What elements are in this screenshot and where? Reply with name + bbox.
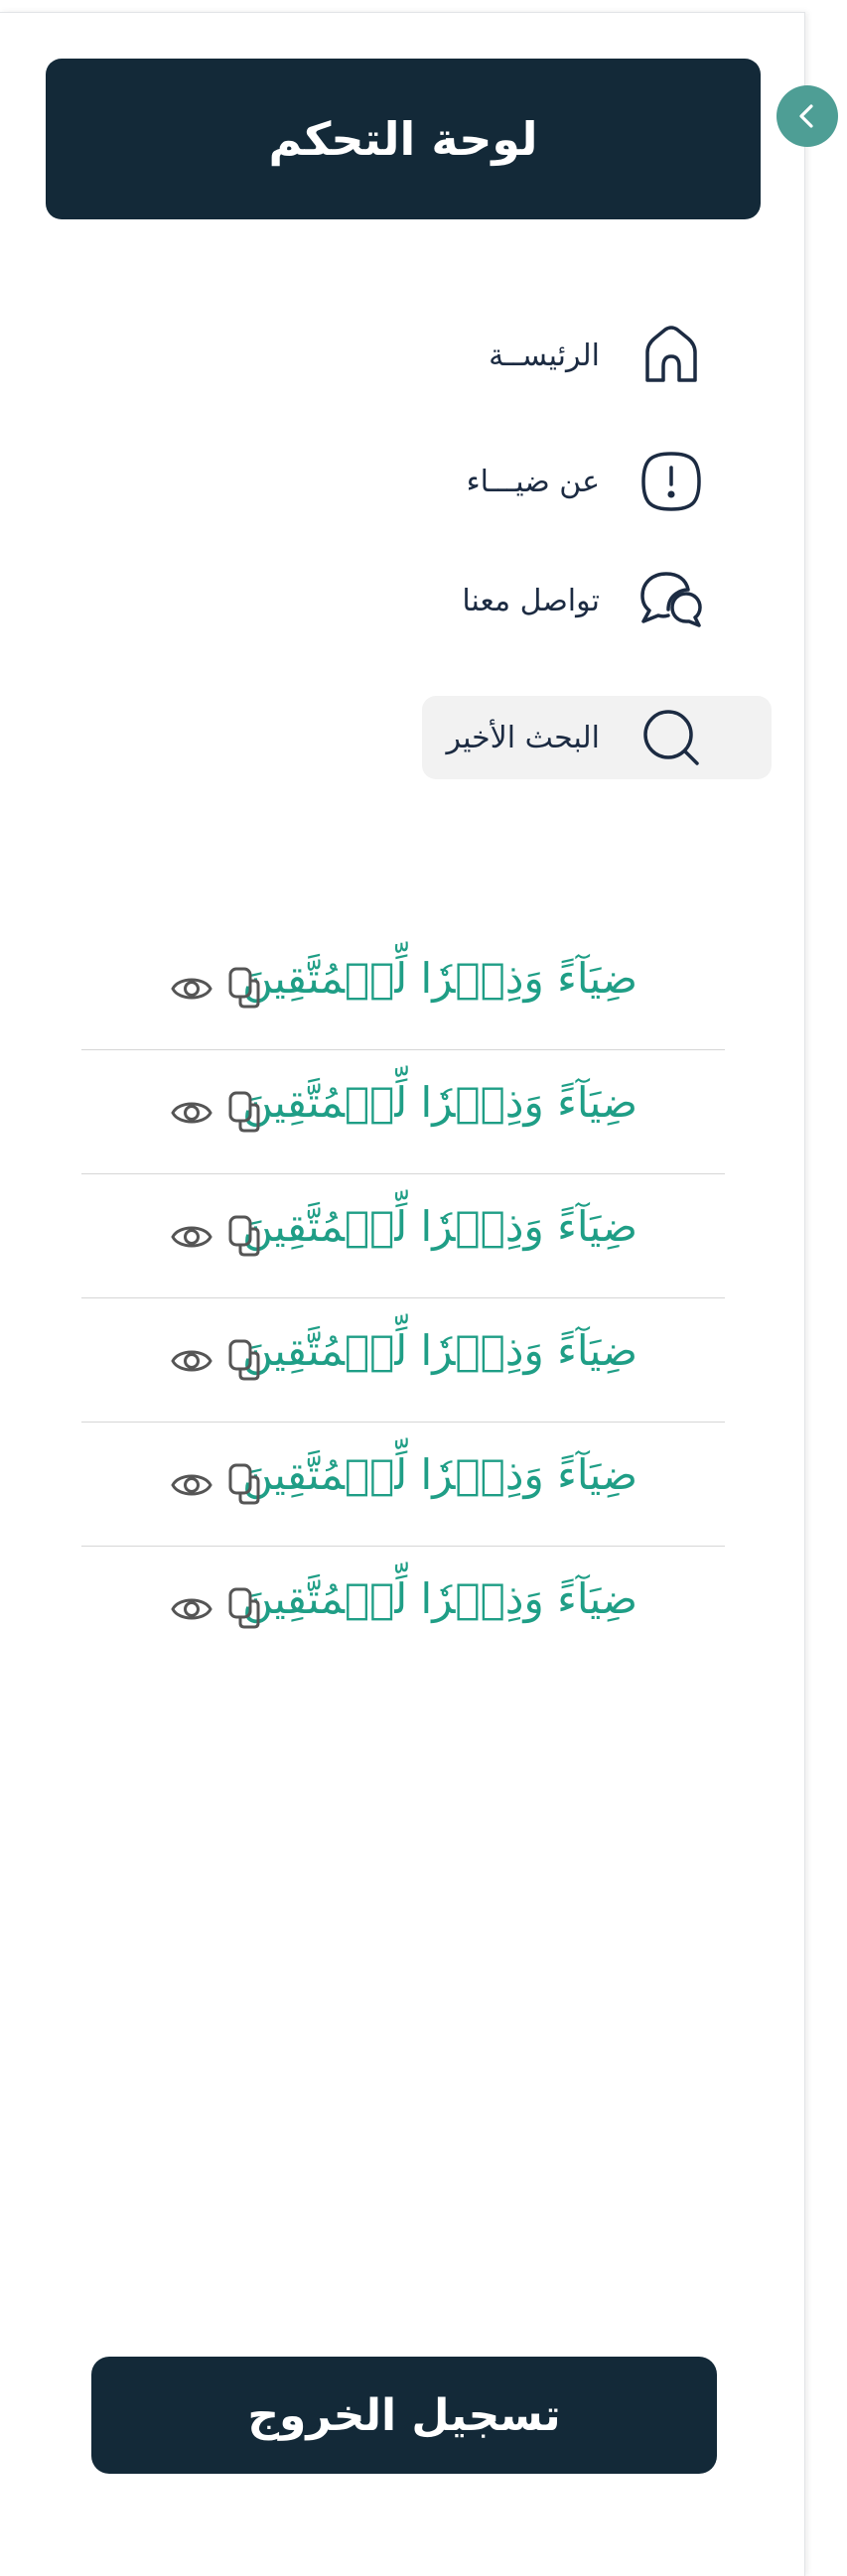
eye-icon[interactable] (171, 1092, 212, 1134)
list-item[interactable]: ضِيَآءً وَذِكۡرٗا لِّلۡمُتَّقِينَ (81, 1174, 725, 1298)
eye-icon[interactable] (171, 1588, 212, 1630)
verse-text[interactable]: ضِيَآءً وَذِكۡرٗا لِّلۡمُتَّقِينَ (242, 1450, 637, 1499)
list-item[interactable]: ضِيَآءً وَذِكۡرٗا لِّلۡمُتَّقِينَ (81, 926, 725, 1050)
eye-icon[interactable] (171, 968, 212, 1010)
nav-item-home[interactable]: الرئيســة (489, 316, 705, 395)
list-item[interactable]: ضِيَآءً وَذِكۡرٗا لِّلۡمُتَّقِينَ (81, 1547, 725, 1670)
nav-item-label: الرئيســة (489, 338, 600, 373)
list-item[interactable]: ضِيَآءً وَذِكۡرٗا لِّلۡمُتَّقِينَ (81, 1423, 725, 1547)
copy-icon[interactable] (226, 1586, 262, 1630)
eye-icon[interactable] (171, 1216, 212, 1258)
search-icon (637, 704, 705, 771)
page-title: لوحة التحكم (268, 112, 538, 166)
nav-item-contact[interactable]: تواصل معنا (462, 561, 705, 640)
copy-icon[interactable] (226, 966, 262, 1010)
chat-icon (637, 567, 705, 634)
nav-item-label: تواصل معنا (462, 583, 600, 618)
list-item[interactable]: ضِيَآءً وَذِكۡرٗا لِّلۡمُتَّقِينَ (81, 1050, 725, 1174)
verse-text[interactable]: ضِيَآءً وَذِكۡرٗا لِّلۡمُتَّقِينَ (242, 954, 637, 1003)
recent-search-list: ضِيَآءً وَذِكۡرٗا لِّلۡمُتَّقِينَ ضِيَآء… (81, 926, 725, 1670)
nav-item-label: عن ضيـــاء (466, 464, 600, 499)
nav-item-about[interactable]: عن ضيـــاء (467, 442, 705, 521)
dashboard-header: لوحة التحكم (46, 59, 761, 219)
copy-icon[interactable] (226, 1090, 262, 1134)
verse-text[interactable]: ضِيَآءً وَذِكۡرٗا لِّلۡمُتَّقِينَ (242, 1326, 637, 1375)
nav-item-recent-search[interactable]: البحث الأخير (447, 698, 705, 777)
copy-icon[interactable] (226, 1214, 262, 1258)
chevron-left-icon (799, 104, 813, 128)
list-item[interactable]: ضِيَآءً وَذِكۡرٗا لِّلۡمُتَّقِينَ (81, 1298, 725, 1423)
collapse-sidebar-button[interactable] (776, 85, 838, 147)
verse-text[interactable]: ضِيَآءً وَذِكۡرٗا لِّلۡمُتَّقِينَ (242, 1078, 637, 1127)
copy-icon[interactable] (226, 1462, 262, 1506)
nav-item-label: البحث الأخير (446, 720, 600, 755)
logout-button[interactable]: تسجيل الخروج (91, 2357, 717, 2474)
eye-icon[interactable] (171, 1340, 212, 1382)
verse-text[interactable]: ضِيَآءً وَذِكۡرٗا لِّلۡمُتَّقِينَ (242, 1574, 637, 1623)
eye-icon[interactable] (171, 1464, 212, 1506)
home-icon (637, 322, 705, 389)
verse-text[interactable]: ضِيَآءً وَذِكۡرٗا لِّلۡمُتَّقِينَ (242, 1202, 637, 1251)
sidebar-panel: لوحة التحكم الرئيســة عن ضيـــاء تواصل م… (0, 12, 805, 2576)
copy-icon[interactable] (226, 1338, 262, 1382)
alert-icon (637, 448, 705, 515)
